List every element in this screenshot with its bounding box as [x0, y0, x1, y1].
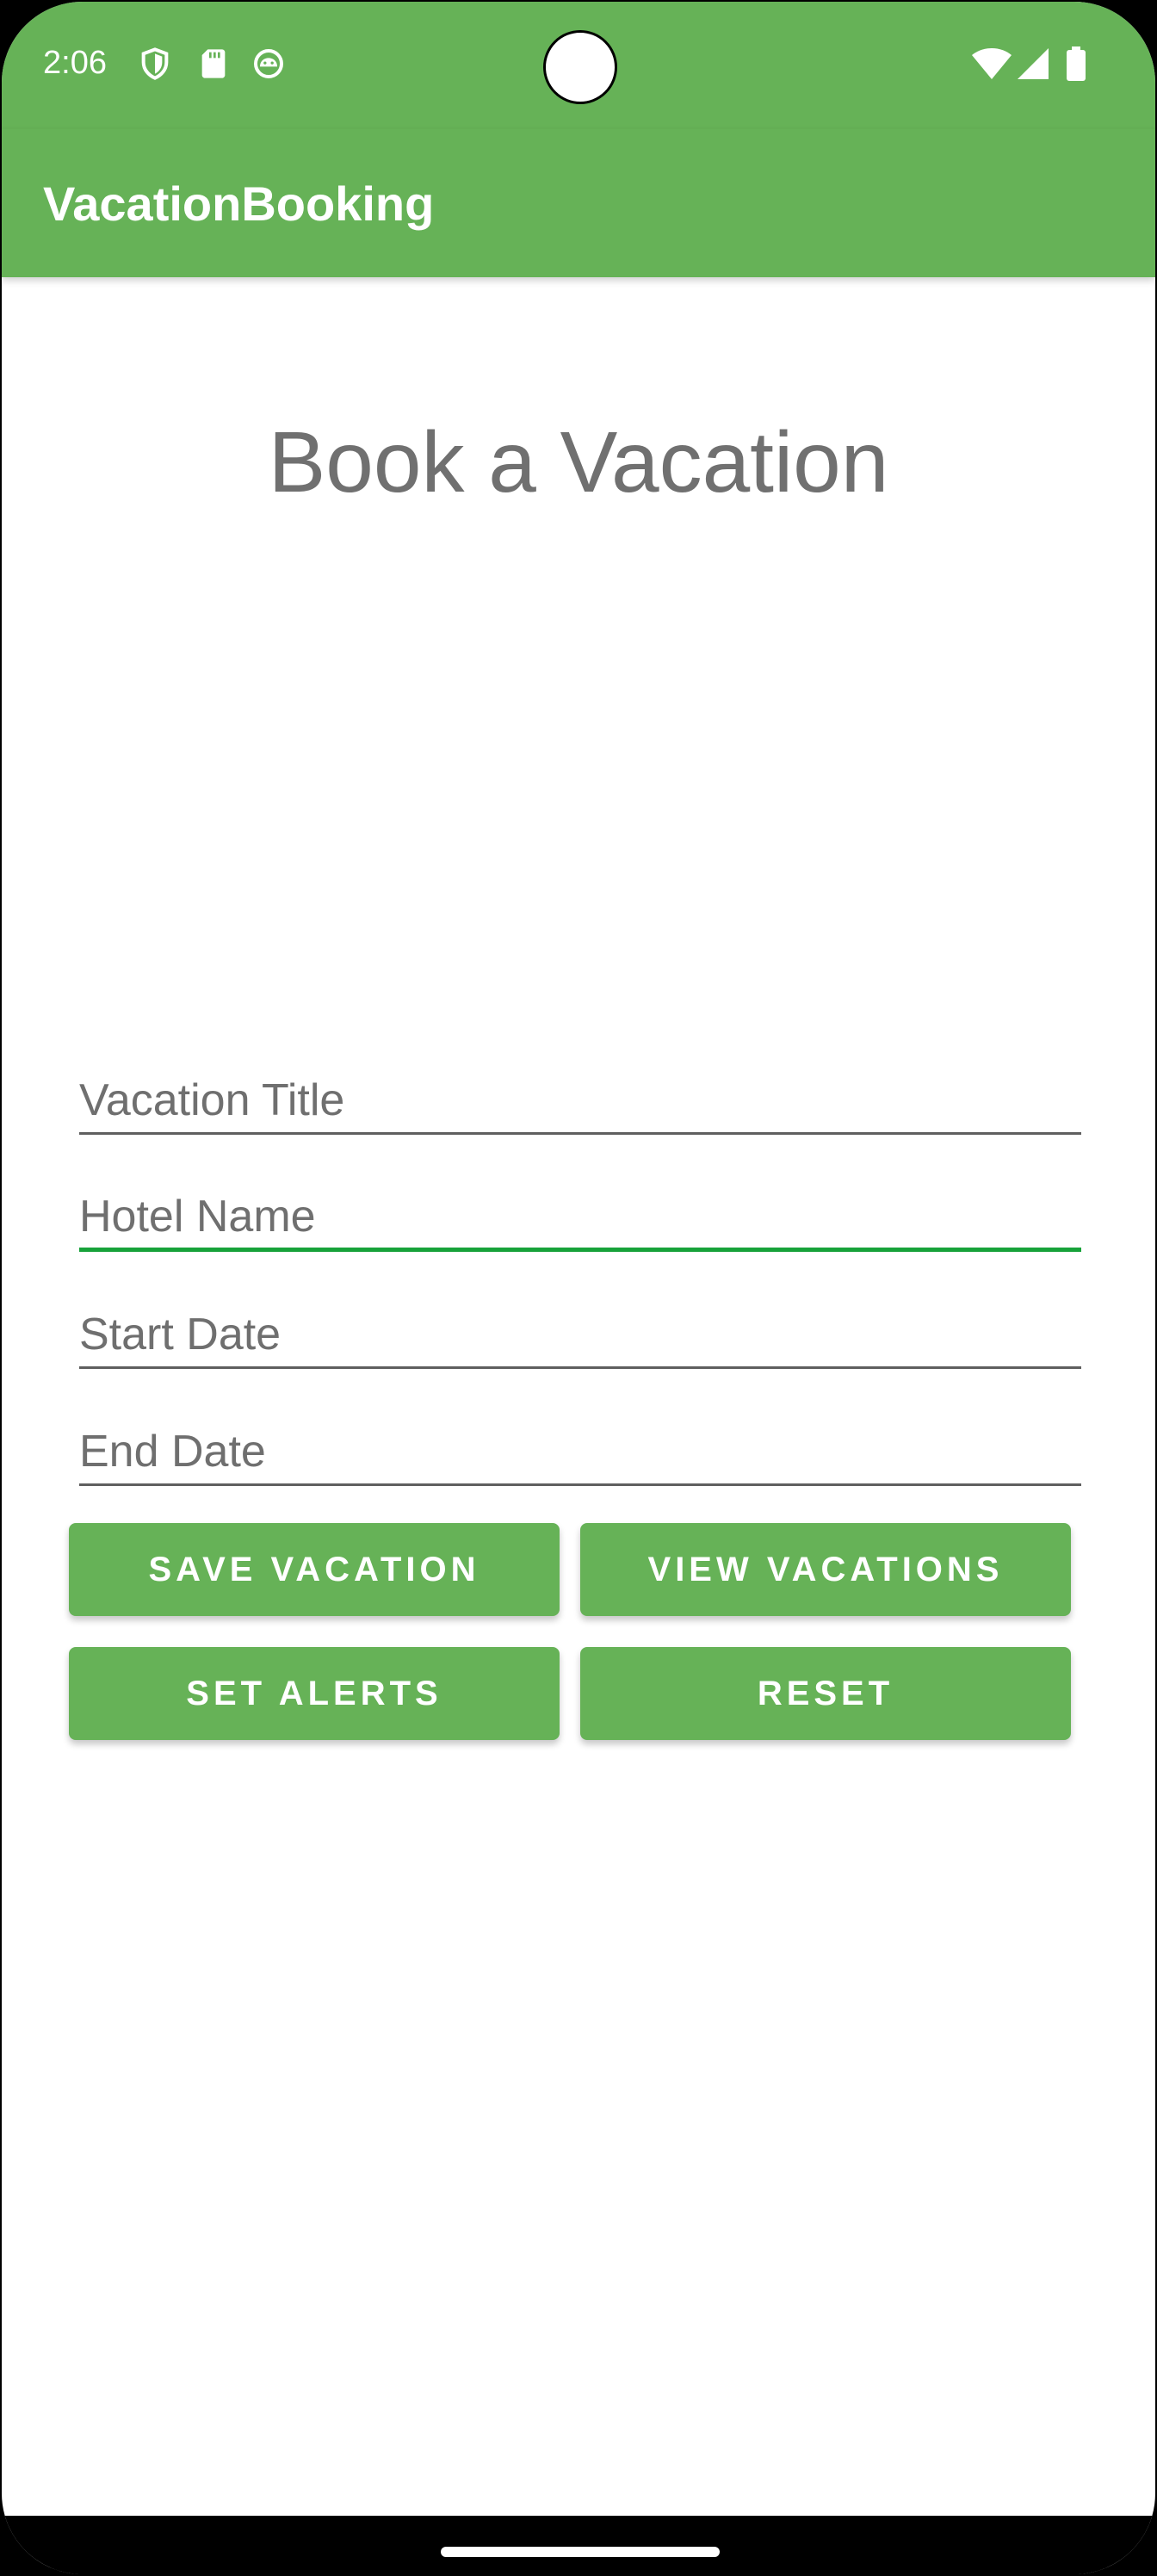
save-vacation-button[interactable]: SAVE VACATION — [69, 1523, 560, 1616]
vacation-title-field[interactable] — [79, 1062, 1081, 1135]
shield-icon — [138, 46, 172, 81]
android-icon — [251, 46, 286, 81]
cell-signal-icon — [1016, 46, 1050, 81]
reset-button[interactable]: RESET — [580, 1647, 1071, 1740]
view-vacations-button[interactable]: VIEW VACATIONS — [580, 1523, 1071, 1616]
end-date-field[interactable] — [79, 1414, 1081, 1486]
page-title: Book a Vacation — [268, 414, 889, 511]
set-alerts-button[interactable]: SET ALERTS — [69, 1647, 560, 1740]
home-gesture-handle[interactable] — [441, 2547, 720, 2557]
wifi-icon — [971, 46, 1012, 81]
hotel-name-input[interactable] — [79, 1180, 1081, 1248]
navigation-bar — [2, 2516, 1155, 2574]
vacation-title-input[interactable] — [79, 1062, 1081, 1132]
app-bar: VacationBooking — [2, 129, 1155, 277]
end-date-input[interactable] — [79, 1414, 1081, 1483]
status-bar: 2:06 — [2, 2, 1155, 129]
status-time: 2:06 — [43, 45, 107, 81]
sd-card-icon — [196, 46, 231, 81]
hotel-name-field[interactable] — [79, 1180, 1081, 1252]
device-screen: 2:06 VacationBooking Book a Vacation Vac… — [0, 0, 1157, 2576]
start-date-field[interactable] — [79, 1297, 1081, 1369]
app-title: VacationBooking — [43, 176, 435, 231]
start-date-input[interactable] — [79, 1297, 1081, 1366]
battery-icon — [1066, 46, 1086, 81]
camera-cutout — [543, 30, 617, 104]
